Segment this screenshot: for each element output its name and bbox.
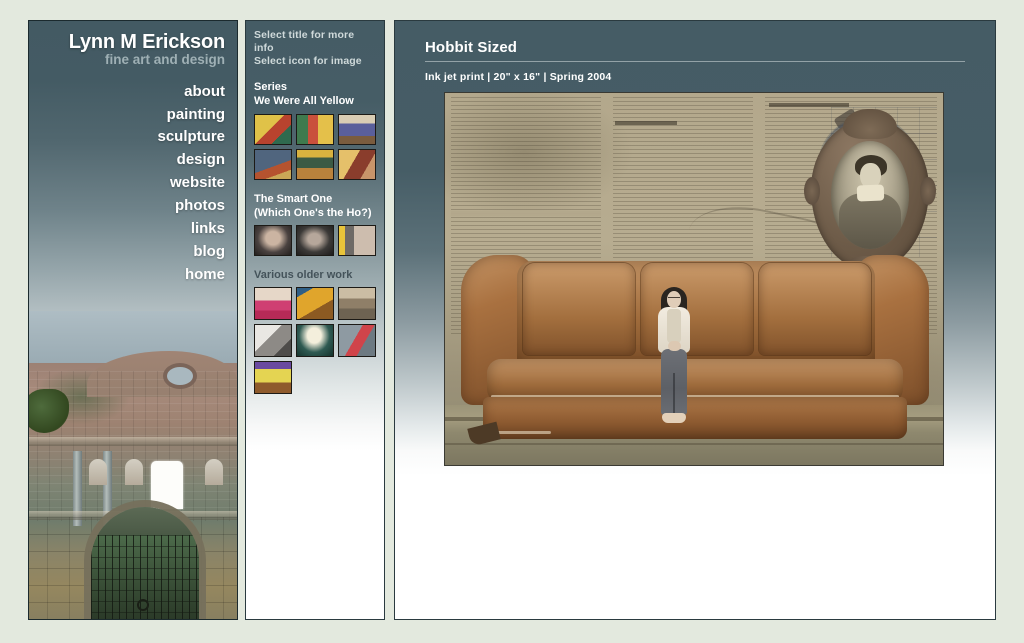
- thumb-grid-the-smart-one: [254, 224, 376, 256]
- section-subtitle-which-ones-the-ho[interactable]: (Which One's the Ho?): [254, 206, 376, 220]
- photo-bright-window: [151, 461, 183, 509]
- section-title-the-smart-one[interactable]: The Smart One: [254, 192, 376, 206]
- art-oval-portrait-frame: [804, 109, 936, 280]
- thumb-grid-we-were-all-yellow: [254, 113, 376, 180]
- artwork-title: Hobbit Sized: [425, 39, 518, 56]
- section-title-various-older-work[interactable]: Various older work: [254, 268, 376, 282]
- left-sidebar-panel: Lynn M Erickson fine art and design abou…: [28, 20, 238, 620]
- thumb-yellow-3[interactable]: [338, 113, 376, 145]
- nav-item-about[interactable]: about: [29, 81, 225, 104]
- art-frame-nub-right: [920, 177, 936, 205]
- couch-foot-left: [467, 421, 501, 447]
- thumb-yellow-6[interactable]: [338, 148, 376, 180]
- section-kicker-series: Series: [254, 81, 288, 94]
- couch-back-cushion-3: [759, 263, 871, 355]
- title-divider: [425, 61, 965, 62]
- art-seated-woman: [650, 287, 698, 429]
- thumbnail-gallery-panel: Select title for more info Select icon f…: [245, 20, 385, 620]
- page-root: Lynn M Erickson fine art and design abou…: [0, 0, 1024, 643]
- thumb-smart-3[interactable]: [338, 224, 376, 256]
- gallery-section-we-were-all-yellow: Series We Were All Yellow: [254, 80, 376, 180]
- nav-item-sculpture[interactable]: sculpture: [29, 126, 225, 149]
- gallery-section-various-older-work: Various older work: [254, 268, 376, 394]
- woman-hands: [668, 341, 681, 351]
- photo-archway: [91, 507, 199, 619]
- art-newsprint-headline-1: [615, 121, 677, 125]
- nav-item-blog[interactable]: blog: [29, 241, 225, 264]
- thumb-smart-2[interactable]: [296, 224, 334, 256]
- woman-feet: [662, 413, 686, 423]
- site-title: Lynn M Erickson: [68, 31, 225, 53]
- thumb-grid-various-older-work: [254, 286, 376, 394]
- thumb-older-1[interactable]: [254, 286, 292, 320]
- portrait-collar: [856, 184, 885, 202]
- gallery-section-the-smart-one: The Smart One (Which One's the Ho?): [254, 192, 376, 256]
- hint-select-icon: Select icon for image: [254, 55, 362, 68]
- thumb-older-4[interactable]: [254, 323, 292, 357]
- nav-item-painting[interactable]: painting: [29, 104, 225, 127]
- photo-niche-2: [125, 459, 143, 485]
- art-victorian-portrait: [831, 141, 909, 249]
- art-frame-nub-left: [804, 177, 820, 205]
- thumb-yellow-5[interactable]: [296, 148, 334, 180]
- artwork-image[interactable]: 中築: [444, 92, 944, 466]
- thumb-older-2[interactable]: [296, 286, 334, 320]
- thumb-yellow-2[interactable]: [296, 113, 334, 145]
- thumb-older-6[interactable]: [338, 323, 376, 357]
- section-title-we-were-all-yellow[interactable]: We Were All Yellow: [254, 94, 376, 108]
- artwork-header: Hobbit Sized Ink jet print | 20" x 16" |…: [395, 21, 995, 83]
- couch-back-cushion-1: [523, 263, 635, 355]
- art-frame-crest: [843, 109, 897, 139]
- artwork-detail-panel: Hobbit Sized Ink jet print | 20" x 16" |…: [394, 20, 996, 620]
- photo-cornice-upper: [29, 437, 237, 446]
- art-newsprint-gap: [451, 211, 601, 216]
- artwork-metadata: Ink jet print | 20" x 16" | Spring 2004: [425, 71, 612, 83]
- couch-piping-skirt: [491, 431, 551, 434]
- nav-item-design[interactable]: design: [29, 149, 225, 172]
- woman-glasses: [668, 297, 680, 300]
- brand-block: Lynn M Erickson fine art and design: [29, 21, 237, 69]
- main-navigation: about painting sculpture design website …: [29, 81, 237, 287]
- nav-item-website[interactable]: website: [29, 172, 225, 195]
- colonial-church-ruins-photo: [29, 311, 237, 619]
- photo-niche-1: [89, 459, 107, 485]
- nav-item-photos[interactable]: photos: [29, 195, 225, 218]
- portrait-bodice: [839, 193, 901, 249]
- thumb-older-5[interactable]: [296, 323, 334, 357]
- thumb-smart-1[interactable]: [254, 224, 292, 256]
- site-tagline: fine art and design: [104, 52, 225, 68]
- thumb-older-7[interactable]: [254, 360, 292, 394]
- photo-niche-3: [205, 459, 223, 485]
- woman-vest: [667, 309, 681, 343]
- thumb-older-3[interactable]: [338, 286, 376, 320]
- thumb-yellow-1[interactable]: [254, 113, 292, 145]
- hint-select-title: Select title for more info: [254, 29, 355, 55]
- nav-item-links[interactable]: links: [29, 218, 225, 241]
- photo-oculus: [167, 367, 193, 385]
- thumb-yellow-4[interactable]: [254, 148, 292, 180]
- woman-leg-seam: [673, 373, 675, 415]
- photo-gate-ring: [137, 599, 149, 611]
- nav-item-home[interactable]: home: [29, 264, 225, 287]
